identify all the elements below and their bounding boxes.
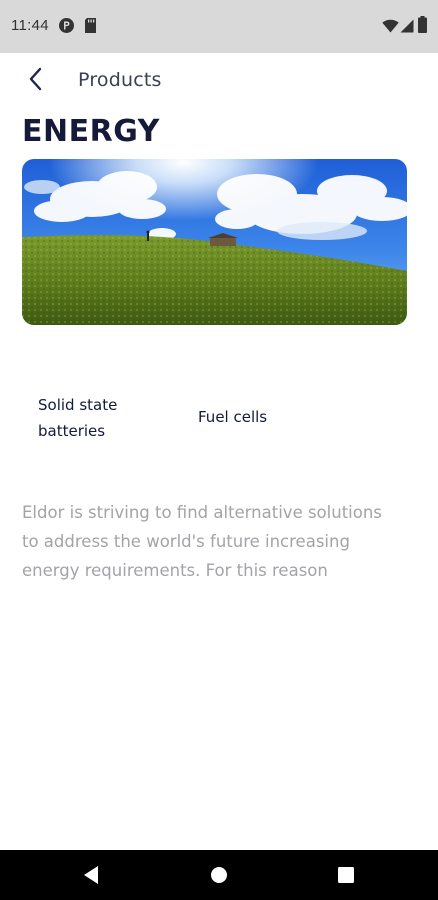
chevron-left-icon xyxy=(28,67,44,95)
nav-bar xyxy=(0,850,438,900)
cell-signal-icon xyxy=(400,18,414,37)
p-badge-icon xyxy=(58,17,75,38)
hero-image xyxy=(22,159,407,325)
status-bar: 11:44 xyxy=(0,0,438,53)
back-button[interactable] xyxy=(18,63,54,99)
back-triangle-icon[interactable] xyxy=(82,865,100,889)
recents-square-icon[interactable] xyxy=(337,866,355,888)
chip-solid-state-batteries[interactable]: Solid state batteries xyxy=(38,392,158,444)
home-circle-icon[interactable] xyxy=(210,866,228,888)
description-text: Eldor is striving to find alternative so… xyxy=(22,503,382,580)
wifi-icon xyxy=(382,18,399,37)
chip-fuel-cells[interactable]: Fuel cells xyxy=(198,404,267,430)
page-title: ENERGY xyxy=(22,114,160,149)
app-bar-title: Products xyxy=(78,69,162,91)
battery-icon xyxy=(418,16,427,37)
sd-card-icon xyxy=(84,17,97,38)
app-bar: Products xyxy=(0,53,438,109)
status-time: 11:44 xyxy=(11,17,49,34)
